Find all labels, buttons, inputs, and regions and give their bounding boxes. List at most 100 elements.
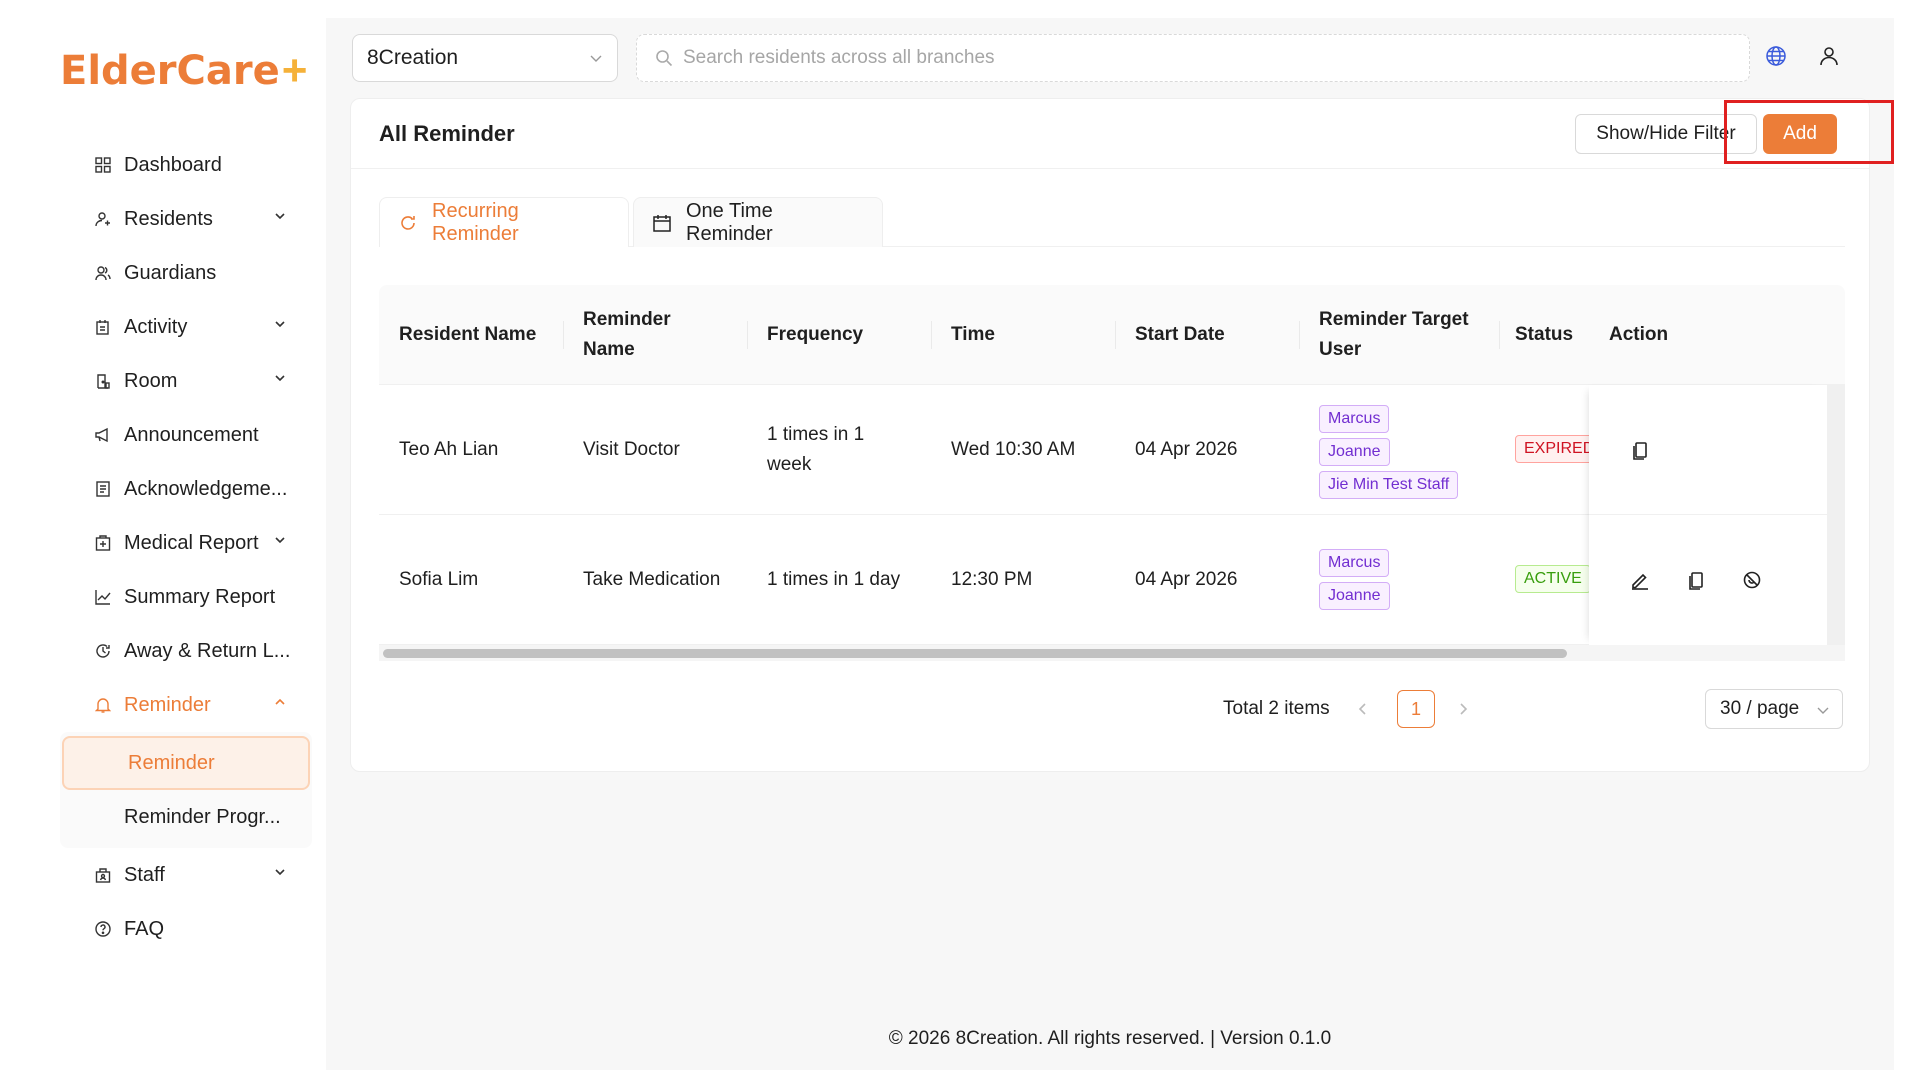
sidebar-item-label: Medical Report: [124, 531, 259, 554]
cell-time: Wed 10:30 AM: [951, 439, 1076, 460]
column-divider: [563, 321, 564, 349]
sidebar-subitem-reminder[interactable]: Reminder: [62, 736, 310, 790]
sidebar-item-reminder[interactable]: Reminder: [60, 678, 312, 732]
status-badge: EXPIRED: [1515, 435, 1589, 463]
sidebar-item-guardians[interactable]: Guardians: [60, 246, 312, 300]
chevron-down-icon: [275, 537, 285, 544]
sidebar-item-label: Staff: [124, 863, 165, 886]
sidebar-item-acknowledgement[interactable]: Acknowledgeme...: [60, 462, 312, 516]
cell-resident-name: Teo Ah Lian: [399, 439, 499, 460]
tab-label: Recurring Reminder: [432, 199, 519, 245]
cell-start-date: 04 Apr 2026: [1135, 569, 1238, 590]
search-box[interactable]: [636, 34, 1750, 82]
tab-recurring-reminder[interactable]: Recurring Reminder: [379, 197, 629, 247]
column-divider: [1299, 321, 1300, 349]
branch-select-value: 8Creation: [367, 46, 459, 69]
cell-frequency: 1 times in 1 day: [767, 569, 901, 590]
pagination-page[interactable]: 1: [1397, 689, 1435, 729]
reminder-submenu: Reminder Reminder Progr...: [60, 732, 312, 848]
branch-select[interactable]: 8Creation: [352, 34, 618, 82]
target-user-tag: Joanne: [1319, 438, 1390, 466]
cell-reminder-name: Take Medication: [583, 569, 721, 590]
status-badge: ACTIVE: [1515, 565, 1589, 593]
column-header: Reminder Name: [583, 309, 671, 360]
chevron-right-icon: [1460, 703, 1468, 715]
pagination-prev[interactable]: [1357, 689, 1369, 729]
column-header: Resident Name: [399, 324, 537, 345]
copy-icon[interactable]: [1685, 569, 1707, 591]
edit-icon[interactable]: [1629, 569, 1651, 591]
reminder-tabs: Recurring Reminder One Time Reminder: [379, 197, 1845, 247]
staff-icon: [94, 866, 112, 884]
globe-icon[interactable]: [1764, 44, 1788, 68]
target-user-tag: Marcus: [1319, 549, 1390, 577]
sidebar-item-label: Activity: [124, 315, 188, 338]
page-size-select[interactable]: 30 / page: [1705, 689, 1843, 729]
copy-icon[interactable]: [1629, 439, 1651, 461]
sidebar-item-announcement[interactable]: Announcement: [60, 408, 312, 462]
sidebar-item-residents[interactable]: Residents: [60, 192, 312, 246]
document-icon: [94, 480, 112, 498]
medical-icon: [94, 534, 112, 552]
sidebar-item-medical-report[interactable]: Medical Report: [60, 516, 312, 570]
column-divider: [747, 321, 748, 349]
tab-one-time-reminder[interactable]: One Time Reminder: [633, 197, 883, 247]
app-logo[interactable]: ElderCare +: [60, 48, 307, 94]
footer: © 2026 8Creation. All rights reserved. |…: [888, 1028, 1332, 1049]
horizontal-scrollbar-thumb[interactable]: [383, 649, 1567, 658]
table-header: Resident Name Reminder Name Frequency Ti…: [379, 285, 1845, 385]
pagination: Total 2 items: [1223, 689, 1330, 729]
user-icon[interactable]: [1818, 45, 1840, 67]
column-divider: [1115, 321, 1116, 349]
chevron-down-icon: [590, 55, 602, 62]
tab-label: One Time Reminder: [686, 199, 773, 245]
cell-resident-name: Sofia Lim: [399, 569, 479, 590]
card-header: All Reminder Show/Hide Filter Add: [351, 99, 1869, 169]
residents-icon: [94, 210, 112, 228]
sidebar-item-faq[interactable]: FAQ: [60, 902, 312, 956]
sidebar-item-summary-report[interactable]: Summary Report: [60, 570, 312, 624]
sidebar-nav: Dashboard Residents Guardians Activity R…: [60, 138, 312, 956]
column-header: Status: [1515, 324, 1574, 345]
page-size-wrapper: 30 / page: [1705, 689, 1843, 729]
help-icon: [94, 920, 112, 938]
vertical-scrollbar[interactable]: [1827, 385, 1845, 645]
chevron-down-icon: [275, 375, 285, 382]
guardians-icon: [94, 264, 112, 282]
row-divider: [1589, 514, 1827, 515]
logo-text: ElderCare: [60, 48, 280, 94]
sidebar-item-label: FAQ: [124, 917, 165, 940]
sidebar-item-label: Announcement: [124, 423, 259, 446]
sidebar-item-activity[interactable]: Activity: [60, 300, 312, 354]
chevron-down-icon: [1817, 707, 1829, 714]
highlight-annotation: [1724, 100, 1894, 164]
reminder-table: Resident Name Reminder Name Frequency Ti…: [379, 285, 1845, 661]
sidebar-item-staff[interactable]: Staff: [60, 848, 312, 902]
chevron-down-icon: [275, 213, 285, 220]
target-user-tag: Joanne: [1319, 582, 1390, 610]
search-input[interactable]: [683, 47, 1723, 69]
sidebar-item-away-return[interactable]: Away & Return L...: [60, 624, 312, 678]
sidebar-subitem-reminder-progress[interactable]: Reminder Progr...: [60, 790, 312, 844]
cell-frequency: 1 times in 1 week: [767, 424, 865, 475]
sidebar-item-room[interactable]: Room: [60, 354, 312, 408]
bell-icon: [94, 696, 112, 714]
search-icon: [656, 50, 673, 67]
room-icon: [94, 372, 112, 390]
target-user-tag: Jie Min Test Staff: [1319, 471, 1459, 499]
activity-icon: [94, 318, 112, 336]
cell-status: ACTIVE: [1515, 565, 1589, 593]
page-number-button[interactable]: 1: [1397, 690, 1435, 728]
reminder-card: All Reminder Show/Hide Filter Add Recurr…: [350, 98, 1870, 772]
page-size-value: 30 / page: [1720, 698, 1800, 719]
chart-icon: [94, 588, 112, 606]
sidebar-item-dashboard[interactable]: Dashboard: [60, 138, 312, 192]
page-title: All Reminder: [379, 121, 515, 146]
sidebar: ElderCare + Dashboard Residents Guardian…: [0, 0, 326, 1080]
deactivate-icon[interactable]: [1741, 569, 1763, 591]
megaphone-icon: [94, 426, 112, 444]
sidebar-item-label: Room: [124, 369, 178, 392]
clock-icon: [94, 642, 112, 660]
pagination-next[interactable]: [1457, 689, 1469, 729]
sidebar-item-label: Reminder: [124, 693, 211, 716]
